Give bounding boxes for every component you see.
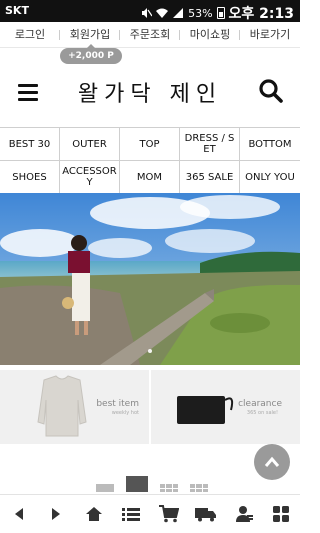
category-top[interactable]: TOP [120, 128, 180, 161]
chevron-up-icon [264, 456, 280, 467]
forward-icon[interactable] [45, 503, 67, 525]
bottom-navigation [0, 494, 300, 533]
view-one-column-icon[interactable] [96, 484, 114, 492]
my-shopping-link[interactable]: 마이쇼핑 [180, 22, 240, 47]
mute-icon [140, 7, 153, 19]
search-icon[interactable] [258, 78, 284, 104]
clearance-title: clearance [238, 399, 282, 409]
carousel-indicator[interactable] [0, 338, 300, 357]
category-only-you[interactable]: ONLY YOU [240, 161, 300, 194]
delivery-truck-icon[interactable] [195, 503, 217, 525]
category-mom[interactable]: MOM [120, 161, 180, 194]
view-two-column-icon[interactable] [126, 476, 148, 492]
category-best30[interactable]: BEST 30 [0, 128, 60, 161]
my-account-icon[interactable] [233, 503, 255, 525]
order-lookup-link[interactable]: 주문조회 [120, 22, 180, 47]
status-bar: SKT 53% 오후 2:13 [0, 0, 300, 22]
best-item-title: best item [96, 399, 139, 409]
clearance-subtitle: 365 on sale! [246, 410, 278, 416]
grid-menu-icon[interactable] [270, 503, 292, 525]
scroll-to-top-button[interactable] [254, 444, 290, 480]
category-365-sale[interactable]: 365 SALE [180, 161, 240, 194]
site-header: 왈가닥 제인 [0, 66, 300, 122]
category-bottom[interactable]: BOTTOM [240, 128, 300, 161]
top-links-bar: 로그인 회원가입 주문조회 마이쇼핑 바로가기 [0, 22, 300, 48]
signal-icon [172, 7, 184, 19]
clearance-banner[interactable]: clearance 365 on sale! [151, 370, 300, 444]
back-icon[interactable] [8, 503, 30, 525]
view-three-column-icon[interactable] [160, 484, 178, 492]
wifi-icon [156, 7, 169, 19]
category-dress-set[interactable]: DRESS / SET [180, 128, 240, 161]
login-link[interactable]: 로그인 [0, 22, 60, 47]
best-item-subtitle: weekly hot [111, 410, 139, 416]
signup-points-badge: +2,000 P [60, 44, 122, 64]
promo-banners: best item weekly hot clearance 365 on sa… [0, 370, 300, 444]
category-accessory[interactable]: ACCESSORY [60, 161, 120, 194]
carrier-label: SKT [5, 4, 29, 17]
clock: 오후 2:13 [228, 6, 294, 22]
category-outer[interactable]: OUTER [60, 128, 120, 161]
cart-icon[interactable] [158, 503, 180, 525]
clutch-bag-image [177, 396, 234, 424]
hero-banner[interactable] [0, 193, 300, 365]
view-toggle-group [96, 476, 208, 492]
category-grid: BEST 30 OUTER TOP DRESS / SET BOTTOM SHO… [0, 127, 300, 194]
list-icon[interactable] [120, 503, 142, 525]
shortcut-link[interactable]: 바로가기 [240, 22, 300, 47]
best-item-banner[interactable]: best item weekly hot [0, 370, 149, 444]
home-icon[interactable] [83, 503, 105, 525]
hamburger-menu-icon[interactable] [16, 80, 40, 104]
view-four-column-icon[interactable] [190, 484, 208, 492]
sweater-image [37, 375, 87, 437]
site-logo[interactable]: 왈가닥 제인 [60, 76, 240, 108]
battery-percent: 53% [188, 6, 213, 20]
category-shoes[interactable]: SHOES [0, 161, 60, 194]
battery-icon [216, 7, 225, 19]
